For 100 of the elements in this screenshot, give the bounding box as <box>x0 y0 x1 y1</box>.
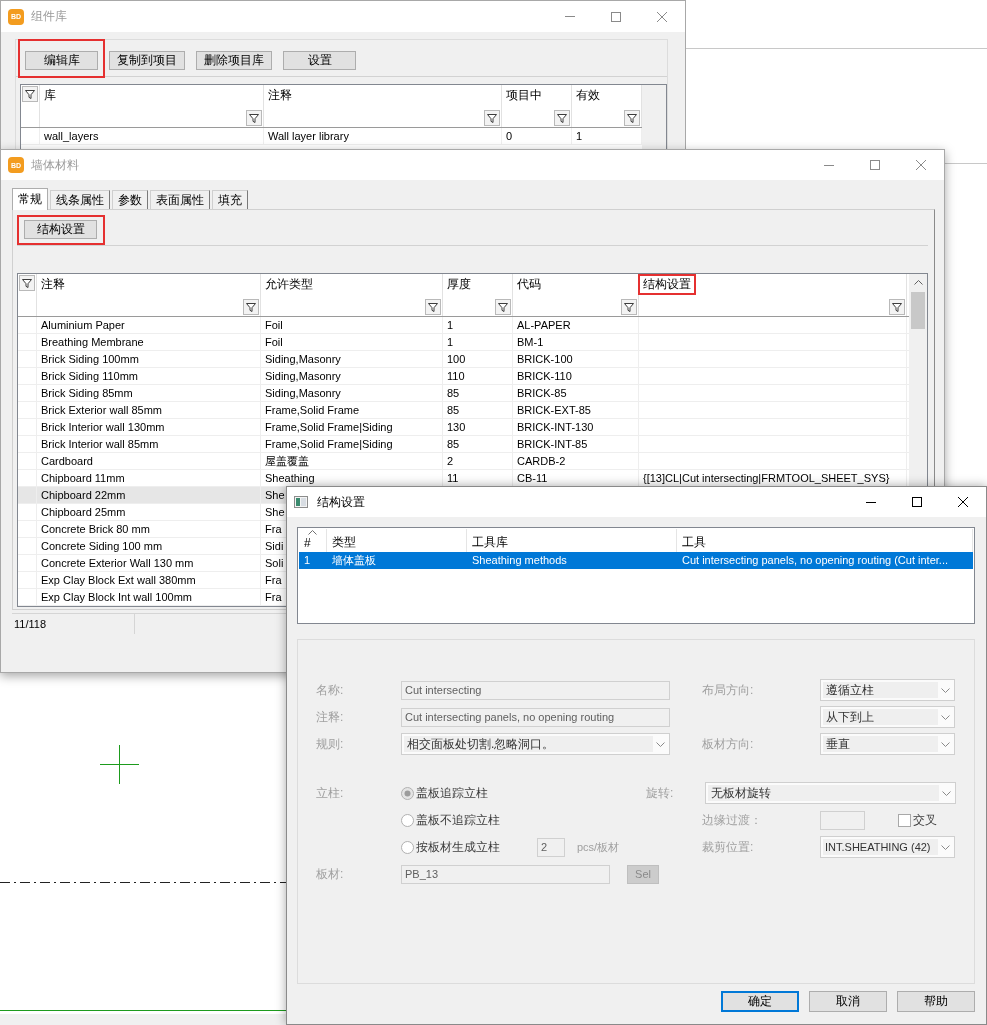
filter-icon[interactable] <box>554 110 570 126</box>
table-row[interactable]: Cardboard 屋盖覆盖 2 CARDB-2 <box>18 453 909 470</box>
field-label: 裁剪位置: <box>702 839 754 854</box>
table-row[interactable]: Concrete Brick 80 mm Fra <box>18 521 286 538</box>
filter-icon[interactable] <box>484 110 500 126</box>
tab[interactable]: 参数 <box>112 190 148 209</box>
toolbar-button[interactable]: 结构设置 <box>24 220 97 239</box>
allowed-type: Frame,Solid Frame <box>265 404 360 416</box>
chevron-down-icon <box>941 741 950 747</box>
tab[interactable]: 表面属性 <box>150 190 210 209</box>
material-code: BRICK-110 <box>517 370 572 382</box>
allowed-type: Fra <box>265 523 282 535</box>
filter-icon[interactable] <box>22 86 38 102</box>
material-code: AL-PAPER <box>517 319 571 331</box>
chevron-down-icon <box>941 714 950 720</box>
toolbar-button[interactable]: 设置 <box>283 51 356 70</box>
field-label: 立柱: <box>316 785 344 800</box>
column-header[interactable]: # <box>304 535 311 550</box>
material-comment: Brick Siding 110mm <box>41 370 138 382</box>
table-row[interactable]: Breathing Membrane Foil 1 BM-1 <box>18 334 909 351</box>
material-code: BRICK-100 <box>517 353 573 365</box>
tab[interactable]: 线条属性 <box>50 190 110 209</box>
column-header[interactable]: 工具 <box>682 534 706 551</box>
allowed-type: Siding,Masonry <box>265 387 341 399</box>
column-header[interactable]: 注释 <box>268 88 292 102</box>
minimize-icon[interactable] <box>866 501 876 503</box>
toolbar-button[interactable]: 复制到项目 <box>109 51 185 70</box>
close-icon[interactable] <box>958 497 968 507</box>
table-row[interactable]: Brick Exterior wall 85mm Frame,Solid Frame 85 BRICK-EXT-85 <box>18 402 909 419</box>
scrollbar-thumb[interactable] <box>911 292 925 329</box>
filter-icon[interactable] <box>889 299 905 315</box>
column-header[interactable]: 项目中 <box>506 88 542 102</box>
allowed-type: Sidi <box>265 540 284 552</box>
filter-icon[interactable] <box>19 275 35 291</box>
column-header[interactable]: 允许类型 <box>265 277 313 291</box>
tab[interactable]: 常规 <box>12 188 48 210</box>
material-comment: Exp Clay Block Ext wall 380mm <box>41 574 196 586</box>
filter-icon[interactable] <box>425 299 441 315</box>
toolbar-button[interactable]: 删除项目库 <box>196 51 272 70</box>
dialog-button[interactable]: 确定 <box>721 991 799 1012</box>
scroll-up-icon[interactable] <box>913 280 923 285</box>
dialog-button[interactable]: 取消 <box>809 991 887 1012</box>
filter-icon[interactable] <box>246 110 262 126</box>
allowed-type: 屋盖覆盖 <box>265 455 309 467</box>
table-row[interactable]: Concrete Siding 100 mm Sidi <box>18 538 286 555</box>
table-row[interactable]: Chipboard 11mm Sheathing 11 CB-11 {[13]CL|Cut intersecting|FRMTOOL_SHEET_SYS} <box>18 470 909 487</box>
table-row[interactable]: Brick Interior wall 85mm Frame,Solid Frame|Siding 85 BRICK-INT-85 <box>18 436 909 453</box>
table-row[interactable]: wall_layers Wall layer library 0 1 <box>21 128 642 145</box>
table-row[interactable]: Brick Siding 100mm Siding,Masonry 100 BRICK-100 <box>18 351 909 368</box>
table-row[interactable]: Chipboard 25mm She <box>18 504 286 521</box>
filter-icon[interactable] <box>495 299 511 315</box>
allowed-type: Siding,Masonry <box>265 370 341 382</box>
material-comment: Concrete Siding 100 mm <box>41 540 163 552</box>
dialog-button[interactable]: 帮助 <box>897 991 975 1012</box>
column-header[interactable]: 厚度 <box>447 277 471 291</box>
material-code: BRICK-INT-130 <box>517 421 594 433</box>
table-row[interactable]: Chipboard 22mm She <box>18 487 286 504</box>
material-code: BRICK-INT-85 <box>517 438 588 450</box>
tab[interactable]: 填充 <box>212 190 248 209</box>
tool-library: Sheathing methods <box>472 554 567 566</box>
thickness-value: 1 <box>447 336 454 348</box>
table-row[interactable]: Concrete Exterior Wall 130 mm Soli <box>18 555 286 572</box>
column-header[interactable]: 注释 <box>41 277 65 291</box>
window-title: 结构设置 <box>317 493 365 511</box>
column-header[interactable]: 类型 <box>332 534 356 551</box>
table-row[interactable]: Brick Interior wall 130mm Frame,Solid Frame|Siding 130 BRICK-INT-130 <box>18 419 909 436</box>
list-row[interactable]: 1 墙体盖板 Sheathing methods Cut intersecting panels, no opening routing (Cut inter... <box>299 552 973 569</box>
column-header[interactable]: 库 <box>44 88 56 102</box>
allowed-type: Siding,Masonry <box>265 353 341 365</box>
material-code: BRICK-85 <box>517 387 567 399</box>
field-label: 边缘过渡： <box>702 812 762 827</box>
table-row[interactable]: Exp Clay Block Int wall 100mm Fra <box>18 589 286 606</box>
unit-label: pcs/板材 <box>577 839 620 855</box>
table-row[interactable]: Brick Siding 110mm Siding,Masonry 110 BRICK-110 <box>18 368 909 385</box>
maximize-icon[interactable] <box>912 497 922 507</box>
column-header[interactable]: 代码 <box>517 277 541 291</box>
filter-icon[interactable] <box>624 110 640 126</box>
table-row[interactable]: Aluminium Paper Foil 1 AL-PAPER <box>18 317 909 334</box>
material-comment: Aluminium Paper <box>41 319 125 331</box>
window-icon <box>294 496 308 508</box>
window-title: 墙体材料 <box>31 156 79 174</box>
field-label: 旋转: <box>646 785 674 800</box>
allowed-type: Fra <box>265 574 282 586</box>
library-name: wall_layers <box>44 130 99 142</box>
thickness-value: 100 <box>447 353 466 365</box>
column-header[interactable]: 工具库 <box>472 534 508 551</box>
thickness-value: 85 <box>447 404 460 416</box>
column-header[interactable]: 结构设置 <box>643 277 691 291</box>
filter-icon[interactable] <box>243 299 259 315</box>
material-comment: Chipboard 25mm <box>41 506 126 518</box>
thickness-value: 110 <box>447 370 465 382</box>
material-comment: Brick Siding 85mm <box>41 387 133 399</box>
filter-icon[interactable] <box>621 299 637 315</box>
field-label: 布局方向: <box>702 682 754 697</box>
table-row[interactable]: Brick Siding 85mm Siding,Masonry 85 BRICK-85 <box>18 385 909 402</box>
table-row[interactable]: Exp Clay Block Ext wall 380mm Fra <box>18 572 286 589</box>
thickness-value: 11 <box>447 472 459 484</box>
toolbar-button[interactable]: 编辑库 <box>25 51 98 70</box>
column-header[interactable]: 有效 <box>576 88 600 102</box>
allowed-type: Fra <box>265 591 282 603</box>
